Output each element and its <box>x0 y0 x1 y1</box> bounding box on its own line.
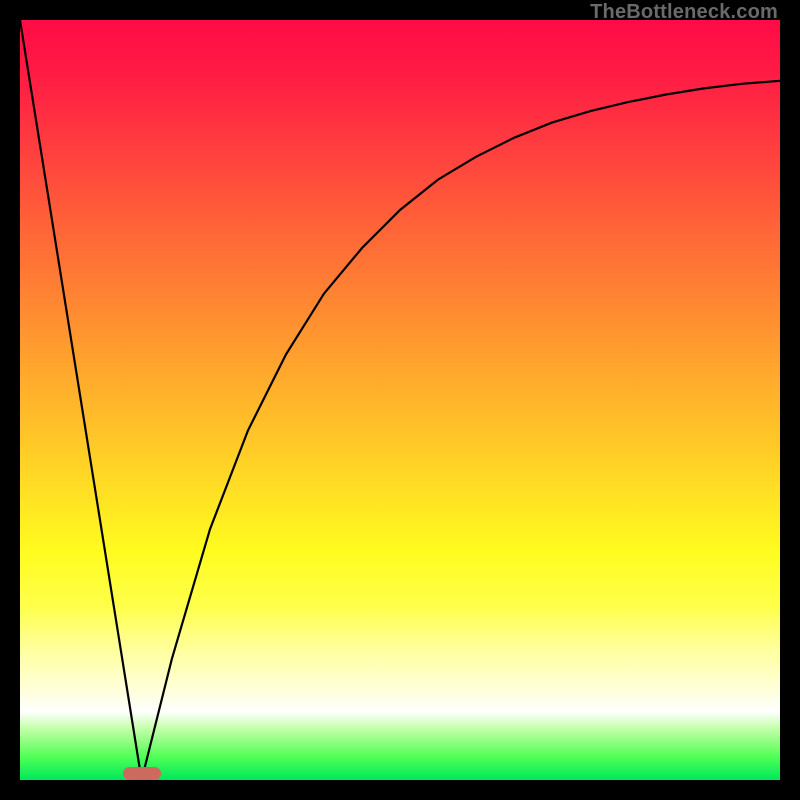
chart-plot-area <box>20 20 780 780</box>
bottleneck-curve <box>20 20 780 780</box>
watermark-text: TheBottleneck.com <box>590 1 778 24</box>
optimal-marker <box>123 767 161 780</box>
